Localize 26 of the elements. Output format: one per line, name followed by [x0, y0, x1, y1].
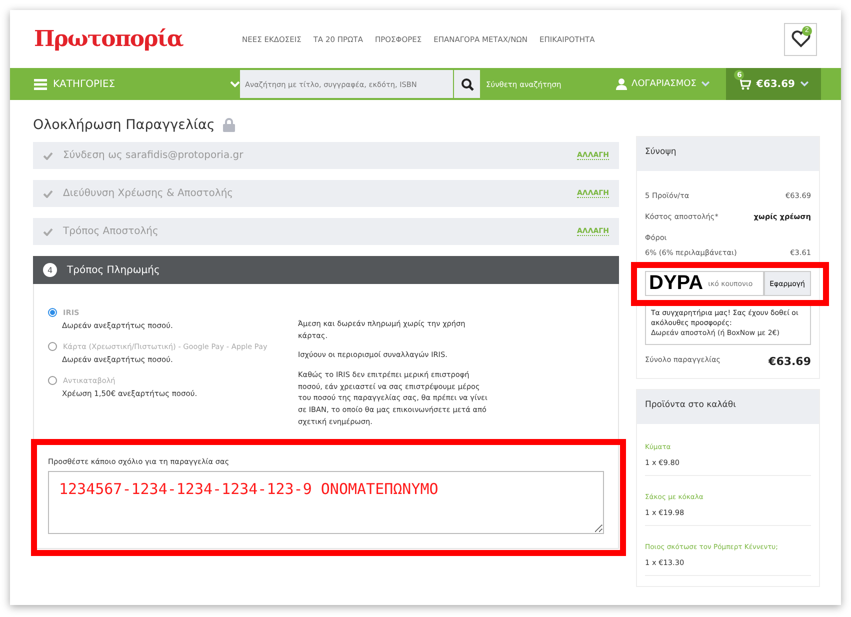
- page-title: Ολοκλήρωση Παραγγελίας: [33, 117, 215, 133]
- radio-button[interactable]: [48, 308, 57, 317]
- cart-title: Προϊόντα στο καλάθι: [637, 390, 819, 424]
- chevron-down-icon: [701, 81, 710, 87]
- step-number: 4: [43, 263, 57, 277]
- categories-menu[interactable]: ΚΑΤΗΓΟΡΙΕΣ: [34, 78, 240, 90]
- search-button[interactable]: [453, 70, 480, 98]
- heart-icon: [790, 30, 810, 48]
- comment-field[interactable]: 1234567-1234-1234-1234-123-9 ΟΝΟΜΑΤΕΠΩΝΥΜΟ: [48, 471, 604, 534]
- radio-button[interactable]: [48, 376, 57, 385]
- cart-icon: [738, 78, 752, 90]
- user-icon: [616, 78, 627, 90]
- search-icon: [460, 78, 474, 90]
- chevron-down-icon: [230, 80, 240, 88]
- checkmark-icon: [43, 228, 53, 236]
- lock-icon: [222, 118, 235, 132]
- menu-icon: [34, 78, 47, 90]
- account-menu[interactable]: ΛΟΓΑΡΙΑΣΜΟΣ: [610, 77, 716, 91]
- checkmark-icon: [43, 152, 53, 160]
- checkout-step[interactable]: 4 Τρόπος Πληρωμής: [33, 256, 619, 284]
- site-logo[interactable]: Πρωτοπορία: [34, 26, 242, 52]
- checkmark-icon: [43, 190, 53, 198]
- summary-title: Σύνοψη: [637, 137, 819, 171]
- total-value: €63.69: [768, 355, 811, 368]
- chevron-down-icon: [800, 81, 809, 87]
- radio-button[interactable]: [48, 342, 57, 351]
